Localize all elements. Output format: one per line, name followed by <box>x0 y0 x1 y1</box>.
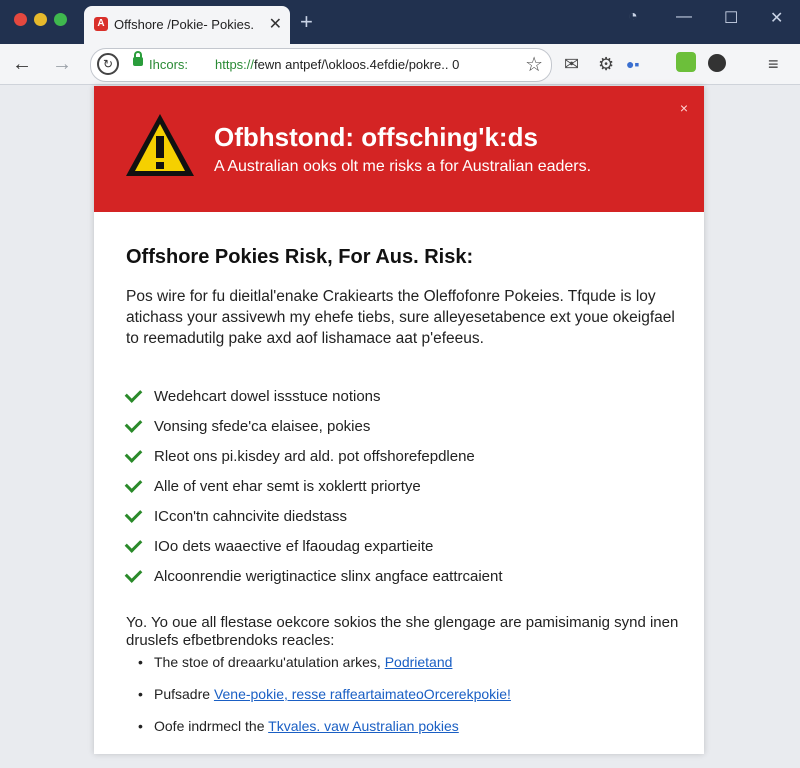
check-icon <box>124 535 143 553</box>
close-icon[interactable]: × <box>680 100 688 116</box>
menu-icon[interactable]: ≡ <box>768 54 779 75</box>
close-icon[interactable]: ✕ <box>770 8 783 28</box>
page-heading: Offshore Pokies Risk, For Aus. Risk: <box>126 246 474 268</box>
tab-favicon-icon: A <box>94 17 108 31</box>
back-icon[interactable]: ← <box>8 50 36 78</box>
minimize-window-button[interactable] <box>34 13 47 26</box>
url-path: fewn antpef/\okloos.4efdie/pokre.. <box>254 57 449 72</box>
check-icon <box>124 415 143 433</box>
list-item-text: Oofe indrmecl the <box>154 718 265 734</box>
list-item: Oofe indrmecl the Tkvales. vaw Australia… <box>138 718 511 750</box>
checklist-text: Wedehcart dowel issstuce notions <box>154 388 381 405</box>
gear-icon[interactable]: ⚙ <box>598 54 614 75</box>
lock-icon <box>133 51 143 66</box>
address-bar[interactable]: ↻ Ihcors: https://fewn antpef/\okloos.4e… <box>90 48 552 82</box>
checklist-text: Rleot ons pi.kisdey ard ald. pot offshor… <box>154 448 475 465</box>
resource-link[interactable]: Tkvales. vaw Australian pokies <box>268 718 459 734</box>
checklist-text: ICcon'tn cahncivite diedstass <box>154 508 347 525</box>
warning-card: Ofbhstond: offsching'k:ds A Australian o… <box>94 86 704 754</box>
list-item: The stoe of dreaarku'atulation arkes, Po… <box>138 654 511 686</box>
warning-banner: Ofbhstond: offsching'k:ds A Australian o… <box>94 86 704 212</box>
banner-title: Ofbhstond: offsching'k:ds <box>214 122 538 152</box>
profile-icon[interactable] <box>708 54 726 72</box>
mail-icon[interactable]: ✉ <box>564 54 579 75</box>
url-text[interactable]: https://fewn antpef/\okloos.4efdie/pokre… <box>215 57 459 72</box>
resource-list: The stoe of dreaarku'atulation arkes, Po… <box>138 654 511 750</box>
check-icon <box>124 565 143 583</box>
checklist-text: Vonsing sfede'ca elaisee, pokies <box>154 418 371 435</box>
sync-icon[interactable]: ◔ <box>628 8 638 26</box>
maximize-window-button[interactable] <box>54 13 67 26</box>
checklist-text: Alle of vent ehar semt is xoklertt prior… <box>154 478 421 495</box>
resource-link[interactable]: Podrietand <box>385 654 453 670</box>
check-icon <box>124 445 143 463</box>
minimize-icon[interactable]: — <box>676 8 692 26</box>
check-icon <box>124 505 143 523</box>
note-paragraph: Yo. Yo oue all flestase oekcore sokios t… <box>126 614 679 649</box>
forward-icon[interactable]: → <box>48 50 76 78</box>
warning-icon <box>126 114 194 176</box>
browser-toolbar: ← → ↻ Ihcors: https://fewn antpef/\okloo… <box>0 44 800 85</box>
url-suffix: 0 <box>452 57 460 72</box>
tab-close-icon[interactable]: ✕ <box>269 14 282 34</box>
star-icon[interactable]: ☆ <box>525 52 543 77</box>
puzzle-icon[interactable] <box>676 52 696 72</box>
close-window-button[interactable] <box>14 13 27 26</box>
url-scheme: https:// <box>215 57 255 72</box>
extension-icon[interactable]: ●▪ <box>626 56 639 72</box>
restore-icon[interactable]: ☐ <box>724 8 738 28</box>
tab-title: Offshore /Pokie- Pokies. <box>114 17 254 32</box>
checklist-text: IOo dets waaective ef lfaoudag expartiei… <box>154 538 434 555</box>
resource-link[interactable]: Vene-pokie, resse raffeartaimateoOrcerek… <box>214 686 511 702</box>
check-icon <box>124 475 143 493</box>
secure-label: Ihcors: <box>149 57 189 72</box>
new-tab-icon[interactable]: + <box>300 9 313 35</box>
browser-tab[interactable]: A Offshore /Pokie- Pokies. ✕ <box>84 6 290 44</box>
intro-paragraph: Pos wire for fu dieitlal'enake Crakieart… <box>126 288 675 347</box>
reload-icon[interactable]: ↻ <box>97 53 119 75</box>
check-icon <box>124 385 143 403</box>
browser-title-bar: A Offshore /Pokie- Pokies. ✕ + ◔ — ☐ ✕ <box>0 0 800 44</box>
list-item-text: Pufsadre <box>154 686 211 702</box>
list-item: Pufsadre Vene-pokie, resse raffeartaimat… <box>138 686 511 718</box>
banner-subtitle: A Australian ooks olt me risks a for Aus… <box>214 158 592 175</box>
list-item-text: The stoe of dreaarku'atulation arkes, <box>154 654 381 670</box>
checklist-text: Alcoonrendie werigtinactice slinx angfac… <box>154 568 503 585</box>
